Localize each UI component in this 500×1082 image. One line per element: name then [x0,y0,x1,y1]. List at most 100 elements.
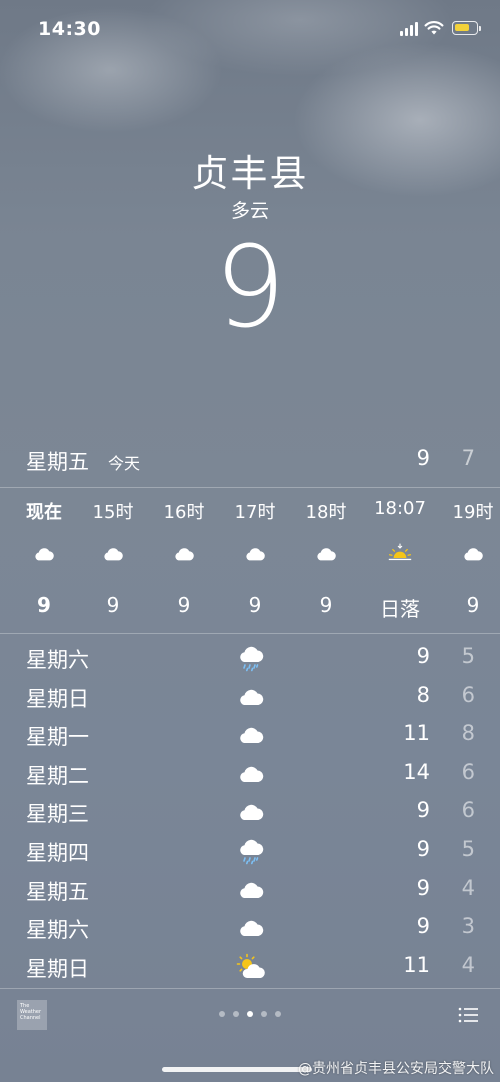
cloud-icon [240,920,264,937]
rain-cloud-icon [240,839,264,865]
list-icon[interactable] [458,1006,478,1024]
daily-row: 星期日 8 6 [0,679,500,717]
hourly-value: 日落 [380,597,420,621]
hourly-icon [172,542,196,566]
hourly-value: 9 [177,593,191,617]
hourly-time: 19时 [452,502,494,523]
daily-row: 星期三 9 6 [0,794,500,832]
daily-high: 11 [403,952,430,977]
hourly-item: 16时 9 [147,492,221,632]
today-high: 9 [416,446,430,470]
daily-day: 星期六 [26,918,89,943]
hourly-item: 17时 9 [218,492,292,632]
daily-high: 9 [416,914,430,939]
daily-row: 星期四 9 5 [0,833,500,871]
watermark: @贵州省贞丰县公安局交警大队 [298,1061,494,1077]
daily-icon [236,953,266,981]
daily-icon [236,876,266,904]
hourly-icon [388,542,412,566]
bottom-bar: The Weather Channel @贵州省贞丰县公安局交警大队 [0,990,500,1080]
daily-high: 9 [416,875,430,900]
daily-day: 星期一 [26,725,89,750]
daily-low: 6 [461,798,475,823]
daily-low: 5 [461,837,475,861]
daily-low: 6 [461,682,475,707]
hourly-item: 现在 9 [7,492,81,632]
cloud-icon [104,548,123,561]
daily-low: 8 [461,721,475,746]
hourly-time: 17时 [234,502,276,523]
cloud-icon [240,727,264,744]
hourly-time: 现在 [26,502,62,523]
daily-low: 4 [461,875,475,900]
daily-low: 3 [461,914,475,939]
daily-high: 8 [416,682,430,707]
daily-row: 星期日 11 4 [0,949,500,987]
page-dot[interactable] [247,1011,253,1017]
hourly-item: 18:07 日落 [363,492,437,632]
daily-day: 星期二 [26,763,89,788]
sunset-icon [388,543,412,561]
daily-icon [236,721,266,749]
daily-row: 星期一 11 8 [0,717,500,755]
daily-low: 4 [461,952,475,977]
today-summary-row: 星期五 今天 9 7 [0,440,500,482]
hourly-time: 15时 [92,502,134,523]
divider [0,487,500,488]
hourly-value: 9 [319,593,333,617]
page-dot[interactable] [275,1011,281,1017]
daily-day: 星期六 [26,648,89,672]
hourly-time: 18时 [305,502,347,523]
hourly-item: 19时 9 [436,492,500,632]
hourly-value: 9 [37,593,51,617]
daily-row: 星期六 9 3 [0,910,500,948]
home-indicator[interactable] [162,1067,312,1072]
battery-icon [452,21,481,35]
cloud-icon [175,548,194,561]
cloud-icon [240,689,264,705]
daily-high: 11 [403,721,430,746]
divider [0,633,500,634]
today-label: 今天 [108,454,141,473]
hourly-item: 15时 9 [76,492,150,632]
page-indicator[interactable] [0,1011,500,1017]
daily-high: 9 [416,798,430,823]
daily-day: 星期日 [26,686,89,711]
status-time: 14:30 [38,18,101,40]
hourly-icon [32,542,56,566]
hourly-icon [101,542,125,566]
daily-icon [236,760,266,788]
hourly-value: 9 [248,593,262,617]
page-dot[interactable] [219,1011,225,1017]
daily-icon [236,798,266,826]
wifi-icon [424,21,444,35]
weather-condition: 多云 [230,200,269,222]
daily-row: 星期二 14 6 [0,756,500,794]
cellular-signal-icon [400,22,418,36]
daily-day: 星期日 [26,956,89,981]
status-bar: 14:30 [0,0,500,60]
page-dot[interactable] [261,1011,267,1017]
hourly-value: 9 [106,593,120,617]
hourly-item: 18时 9 [289,492,363,632]
page-dot[interactable] [233,1011,239,1017]
daily-high: 14 [403,759,430,784]
hourly-icon [243,542,267,566]
daily-icon [236,683,266,711]
divider [0,988,500,989]
hourly-forecast[interactable]: 现在 9 15时 9 16时 9 17时 9 18时 9 18:07 日落 19时 9 [0,492,500,632]
daily-low: 6 [461,759,475,784]
cloud-icon [317,548,336,561]
partly-sunny-icon [236,953,265,978]
hourly-icon [461,542,485,566]
daily-row: 星期六 9 5 [0,640,500,678]
cloud-icon [240,882,264,898]
daily-high: 9 [416,837,430,861]
daily-day: 星期四 [26,841,89,865]
cloud-icon [464,548,483,561]
cloud-icon [240,766,264,782]
daily-icon [236,644,266,672]
city-name: 贞丰县 [191,152,309,195]
cloud-icon [35,548,54,561]
cloud-icon [246,548,265,561]
